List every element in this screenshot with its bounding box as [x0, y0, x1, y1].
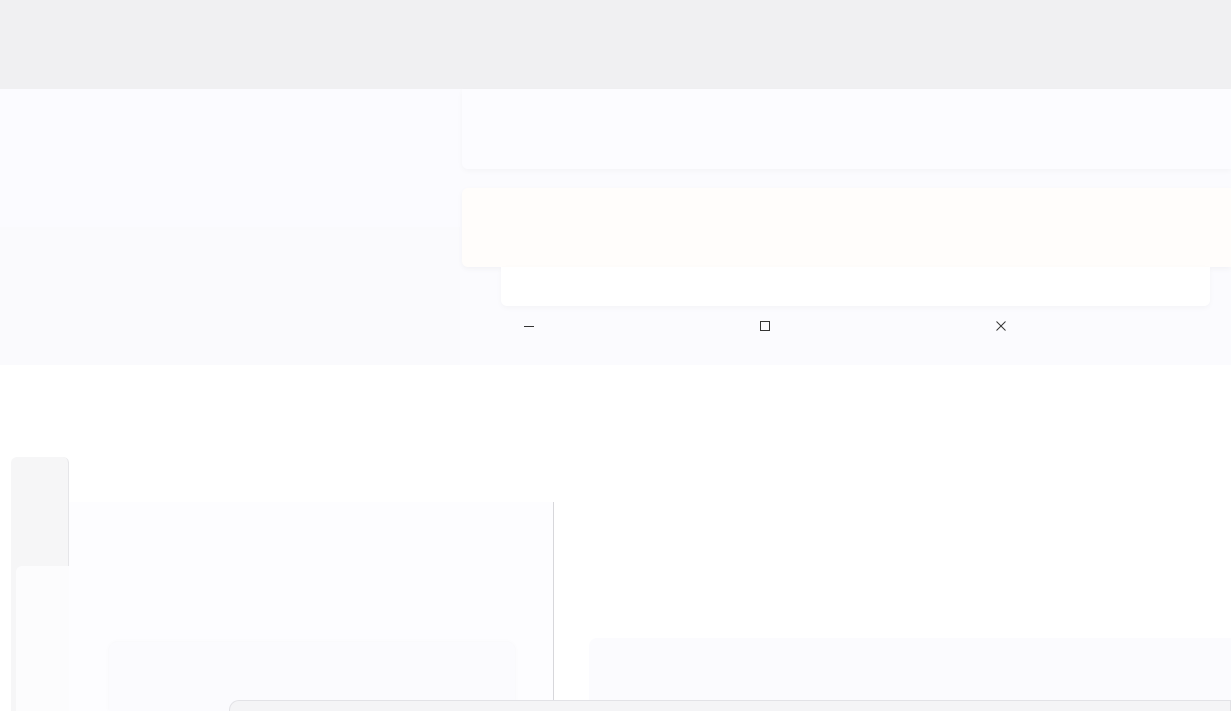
close-button[interactable] — [981, 312, 1021, 340]
left-pane-top — [0, 89, 460, 227]
content-card — [462, 188, 1231, 267]
minimize-button[interactable] — [509, 312, 549, 340]
left-pane-bottom — [0, 227, 460, 365]
bottom-sheet[interactable] — [229, 700, 1231, 711]
maximize-button[interactable] — [745, 312, 785, 340]
header-card — [462, 89, 1231, 169]
minimize-icon — [523, 320, 535, 332]
top-band — [0, 0, 1231, 89]
maximize-icon — [759, 320, 771, 332]
sidebar-rail-selected-area[interactable] — [16, 566, 69, 711]
window-controls — [501, 312, 1231, 340]
close-icon — [995, 320, 1007, 332]
footer-card — [501, 267, 1210, 306]
